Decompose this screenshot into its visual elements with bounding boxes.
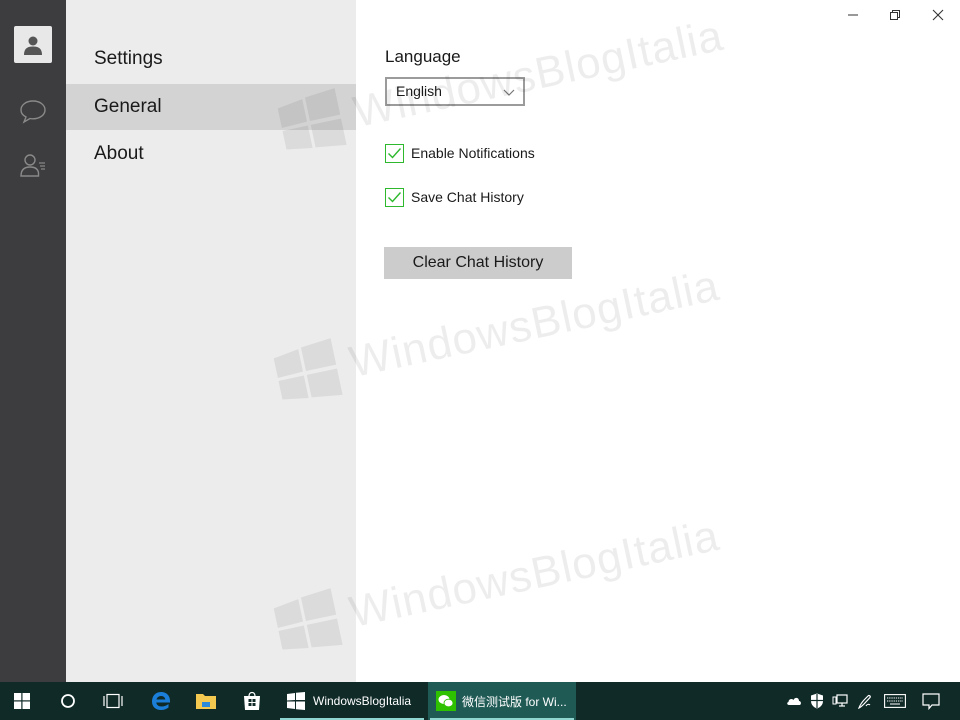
minimize-icon [848, 14, 858, 16]
checkbox-box[interactable] [385, 143, 404, 163]
cortana-icon [61, 694, 75, 708]
contacts-tab[interactable] [18, 150, 48, 180]
nav-item-about[interactable]: About [66, 131, 356, 177]
task-view-button[interactable] [90, 682, 136, 720]
close-button[interactable] [917, 0, 959, 30]
onedrive-tray[interactable] [782, 682, 806, 720]
icon-rail [0, 0, 66, 682]
wechat-icon [436, 691, 456, 711]
contacts-icon [20, 154, 45, 177]
cortana-button[interactable] [46, 682, 90, 720]
taskbar-app-label: WindowsBlogItalia [313, 694, 412, 708]
settings-nav: Settings General About [66, 0, 356, 682]
taskbar-app-windowsblogitalia[interactable]: WindowsBlogItalia [278, 682, 426, 720]
action-center-icon [922, 692, 940, 710]
save-chat-history-checkbox[interactable]: Save Chat History [385, 187, 524, 207]
file-explorer-button[interactable] [184, 682, 228, 720]
clear-chat-history-button[interactable]: Clear Chat History [384, 247, 572, 279]
action-center-tray[interactable] [918, 682, 944, 720]
start-icon [14, 693, 30, 709]
store-button[interactable] [230, 682, 274, 720]
save-chat-history-label: Save Chat History [411, 189, 524, 205]
taskbar-app-wechat[interactable]: 微信测试版 for Wi... [428, 682, 576, 720]
nav-item-general[interactable]: General [66, 84, 356, 130]
pen-icon [858, 695, 871, 709]
checkmark-icon [388, 147, 402, 159]
enable-notifications-label: Enable Notifications [411, 145, 535, 161]
keyboard-icon [884, 694, 906, 708]
minimize-button[interactable] [832, 0, 874, 30]
store-icon [244, 691, 260, 710]
language-label: Language [385, 47, 461, 66]
close-icon [932, 9, 944, 21]
edge-button[interactable] [138, 682, 184, 720]
task-view-icon [103, 693, 123, 709]
restore-button[interactable] [874, 0, 916, 30]
restore-icon [890, 10, 900, 20]
avatar[interactable] [14, 26, 52, 63]
network-tray[interactable] [828, 682, 852, 720]
language-select[interactable]: English [385, 77, 525, 106]
pen-tray[interactable] [853, 682, 877, 720]
avatar-icon [24, 36, 42, 55]
onedrive-icon [787, 697, 801, 705]
settings-title: Settings [94, 48, 163, 69]
edge-icon [152, 692, 170, 710]
checkbox-box[interactable] [385, 187, 404, 207]
enable-notifications-checkbox[interactable]: Enable Notifications [385, 143, 535, 163]
taskbar-app-label: 微信测试版 for Wi... [462, 694, 567, 709]
general-settings-panel: Language English Enable Notifications Sa… [356, 0, 960, 682]
windowsblogitalia-icon [287, 692, 305, 710]
touch-keyboard-tray[interactable] [882, 682, 908, 720]
language-select-value: English [396, 83, 442, 99]
checkmark-icon [388, 191, 402, 203]
start-button[interactable] [0, 682, 44, 720]
defender-tray[interactable] [805, 682, 829, 720]
chat-icon [20, 100, 46, 124]
taskbar: WindowsBlogItalia 微信测试版 for Wi... [0, 682, 960, 720]
chevron-down-icon [503, 89, 515, 96]
network-icon [832, 694, 848, 707]
chat-tab[interactable] [18, 96, 48, 126]
defender-icon [811, 693, 823, 709]
file-explorer-icon [196, 694, 216, 709]
